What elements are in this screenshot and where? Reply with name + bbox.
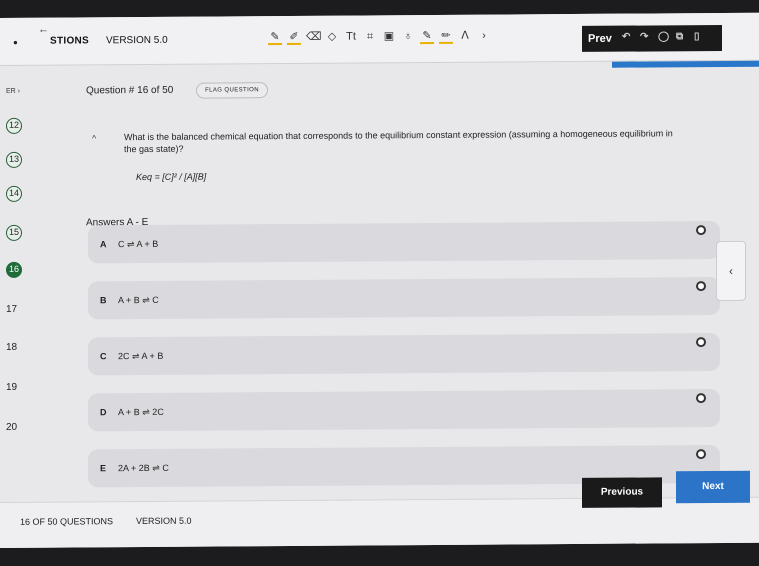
- version-label: VERSION 5.0: [106, 34, 168, 47]
- option-letter: E: [100, 463, 107, 474]
- option-text: A + B ⇌ C: [118, 294, 159, 306]
- timer-icon[interactable]: ⴷ: [458, 28, 472, 44]
- option-letter: B: [100, 295, 107, 306]
- top-bar: ● ← STIONS VERSION 5.0 ✎ ✐ ⌫ ◇ Tt ⌗ ▣ ♁ …: [0, 12, 759, 66]
- menu-dot-icon[interactable]: ●: [13, 38, 18, 47]
- option-letter: C: [100, 351, 107, 362]
- radio-button[interactable]: [696, 337, 706, 348]
- radio-button[interactable]: [696, 449, 706, 460]
- radio-button[interactable]: [696, 225, 706, 236]
- app-title: STIONS: [50, 35, 90, 47]
- redo-icon[interactable]: ↷: [640, 31, 648, 42]
- previous-button-top[interactable]: Prev ↶ ↷ ◯ ⧉ ▯: [582, 24, 722, 52]
- question-text: What is the balanced chemical equation t…: [124, 128, 673, 155]
- option-c[interactable]: C 2C ⇌ A + B: [88, 332, 720, 376]
- undo-icon[interactable]: ↶: [622, 32, 630, 43]
- pen-icon[interactable]: ✎: [268, 29, 282, 46]
- zoom-icon[interactable]: ◯: [658, 31, 669, 42]
- previous-button[interactable]: Previous: [582, 477, 662, 508]
- option-d[interactable]: D A + B ⇌ 2C: [88, 388, 720, 432]
- nav-question-13[interactable]: 13: [6, 151, 22, 168]
- progress-accent-bar: [612, 60, 759, 68]
- copy-icon[interactable]: ⧉: [676, 31, 683, 42]
- nav-question-15[interactable]: 15: [6, 224, 22, 241]
- option-text: 2A + 2B ⇌ C: [118, 462, 169, 474]
- lightbulb-icon[interactable]: ♁: [401, 28, 415, 44]
- option-text: 2C ⇌ A + B: [118, 350, 164, 362]
- radio-button[interactable]: [696, 393, 706, 404]
- back-arrow-icon[interactable]: ←: [38, 24, 49, 36]
- app-window: ● ← STIONS VERSION 5.0 ✎ ✐ ⌫ ◇ Tt ⌗ ▣ ♁ …: [0, 12, 759, 548]
- caret-up-icon: ^: [92, 133, 97, 144]
- breadcrumb[interactable]: ER ›: [6, 88, 20, 95]
- footer-version: VERSION 5.0: [136, 515, 192, 527]
- flag-question-button[interactable]: FLAG QUESTION: [196, 82, 268, 99]
- pencil-icon[interactable]: ✏: [439, 27, 453, 44]
- nav-question-19[interactable]: 19: [6, 382, 17, 393]
- nav-question-18[interactable]: 18: [6, 342, 17, 353]
- option-text: A + B ⇌ 2C: [118, 406, 164, 418]
- collapse-panel-tab[interactable]: ‹: [716, 240, 746, 302]
- nav-question-20[interactable]: 20: [6, 422, 17, 433]
- nav-question-12[interactable]: 12: [6, 117, 22, 134]
- option-b[interactable]: B A + B ⇌ C: [88, 276, 720, 320]
- question-count: 16 OF 50 QUESTIONS: [20, 516, 114, 527]
- image-icon[interactable]: ▣: [382, 28, 396, 44]
- equilibrium-expression: Keq = [C]² / [A][B]: [136, 171, 207, 183]
- option-text: C ⇌ A + B: [118, 238, 159, 250]
- forward-icon[interactable]: ›: [477, 28, 491, 44]
- crop-icon[interactable]: ⌗: [363, 28, 377, 44]
- marker-icon[interactable]: ✎: [420, 27, 434, 45]
- text-tool-icon[interactable]: Tt: [344, 29, 358, 45]
- eraser-icon[interactable]: ⌫: [306, 29, 322, 45]
- radio-button[interactable]: [696, 281, 706, 292]
- page-icon[interactable]: ▯: [694, 31, 700, 42]
- shape-icon[interactable]: ◇: [325, 29, 339, 45]
- nav-question-17[interactable]: 17: [6, 304, 17, 315]
- previous-button-top-label: Prev: [588, 32, 612, 45]
- next-button[interactable]: Next: [676, 470, 750, 504]
- question-number: Question # 16 of 50: [86, 84, 174, 97]
- option-letter: A: [100, 239, 107, 250]
- annotation-toolbar: ✎ ✐ ⌫ ◇ Tt ⌗ ▣ ♁ ✎ ✏ ⴷ ›: [268, 27, 491, 46]
- highlighter-icon[interactable]: ✐: [287, 28, 301, 45]
- nav-question-14[interactable]: 14: [6, 185, 22, 202]
- option-letter: D: [100, 407, 107, 418]
- option-a[interactable]: A C ⇌ A + B: [88, 220, 720, 264]
- nav-question-16[interactable]: 16: [6, 261, 22, 278]
